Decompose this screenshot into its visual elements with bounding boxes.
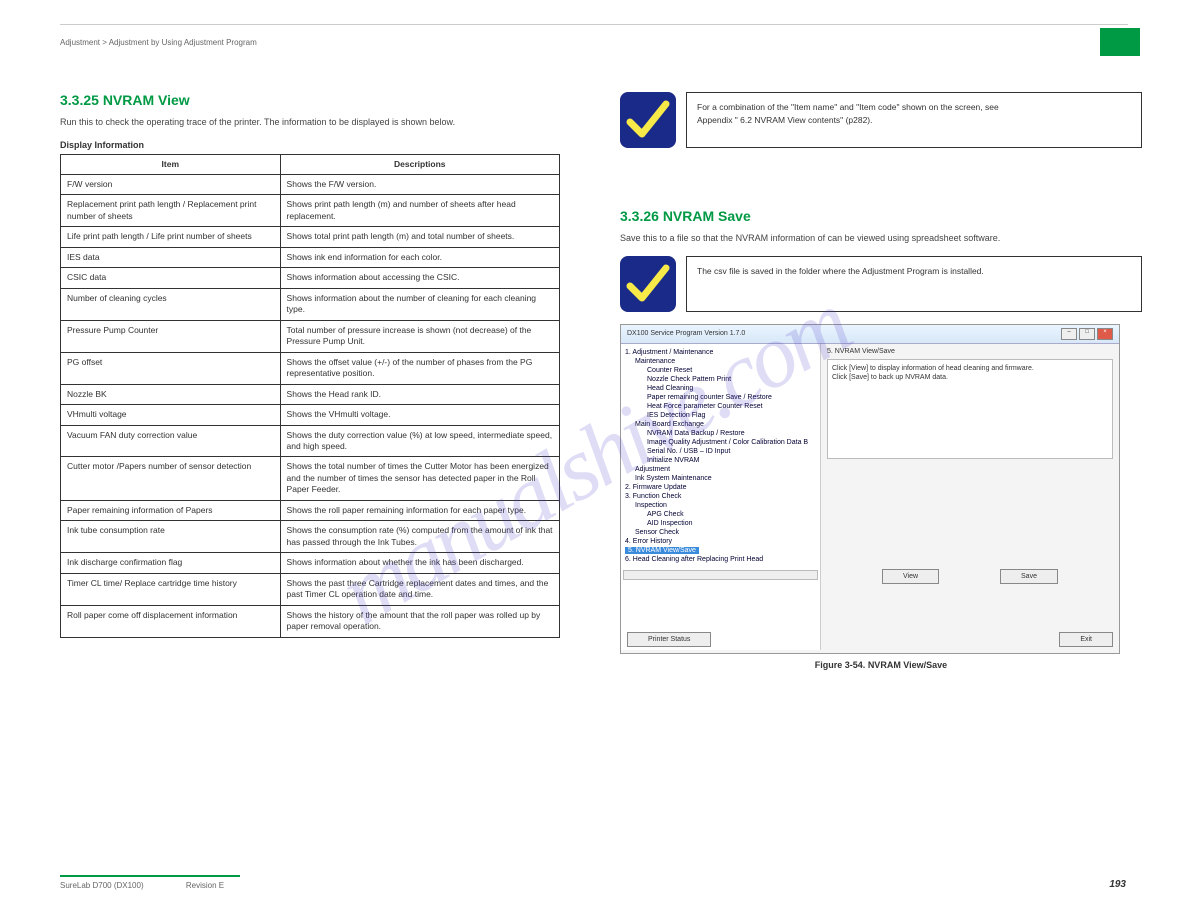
table-row: Pressure Pump CounterTotal number of pre… [61,320,560,352]
tree-node[interactable]: 1. Adjustment / Maintenance [623,348,818,357]
tree-node[interactable]: 2. Firmware Update [623,483,818,492]
tree-node[interactable]: APG Check [623,510,818,519]
printer-status-button[interactable]: Printer Status [627,632,711,647]
tree-node[interactable]: Image Quality Adjustment / Color Calibra… [623,438,818,447]
footer-model: SureLab D700 (DX100) [60,881,144,890]
tree-node[interactable]: 3. Function Check [623,492,818,501]
tree-node[interactable]: Nozzle Check Pattern Print [623,375,818,384]
table-row: CSIC dataShows information about accessi… [61,268,560,288]
table-row: Ink tube consumption rateShows the consu… [61,521,560,553]
tree-node[interactable]: Sensor Check [623,528,818,537]
minimize-icon[interactable]: – [1061,328,1077,340]
section-title-save: 3.3.26 NVRAM Save [620,208,1142,224]
window-title: DX100 Service Program Version 1.7.0 [627,330,745,337]
tree-node[interactable]: Heat Force parameter Counter Reset [623,402,818,411]
figure-caption: Figure 3-54. NVRAM View/Save [620,660,1142,670]
view-button[interactable]: View [882,569,939,584]
header-rule [60,24,1128,25]
th-desc: Descriptions [280,154,559,174]
scrollbar[interactable] [623,570,818,580]
table-row: IES dataShows ink end information for ea… [61,247,560,267]
check-text: The csv file is saved in the folder wher… [686,256,1142,312]
panel-title: 5. NVRAM View/Save [821,344,1119,359]
table-row: Roll paper come off displacement informa… [61,605,560,637]
close-icon[interactable]: × [1097,328,1113,340]
table-row: PG offsetShows the offset value (+/-) of… [61,352,560,384]
tree-node[interactable]: Serial No. / USB – ID Input [623,447,818,456]
table-row: Number of cleaning cyclesShows informati… [61,288,560,320]
tree-node[interactable]: Paper remaining counter Save / Restore [623,393,818,402]
table-row: Cutter motor /Papers number of sensor de… [61,457,560,500]
checkmark-icon [620,92,676,148]
tree-node[interactable]: NVRAM Data Backup / Restore [623,429,818,438]
tree-node[interactable]: Head Cleaning [623,384,818,393]
program-screenshot: DX100 Service Program Version 1.7.0 – □ … [620,324,1120,654]
table-row: Ink discharge confirmation flagShows inf… [61,553,560,573]
exit-button[interactable]: Exit [1059,632,1113,647]
check-text: For a combination of the "Item name" and… [686,92,1142,148]
save-body: Save this to a file so that the NVRAM in… [620,232,1142,246]
info-label: Display Information [60,140,560,150]
tree-node[interactable]: Adjustment [623,465,818,474]
table-row: Replacement print path length / Replacem… [61,195,560,227]
intro-text: Run this to check the operating trace of… [60,116,560,130]
table-row: VHmulti voltageShows the VHmulti voltage… [61,405,560,425]
footer-rule [60,875,240,877]
footer-rev: Revision E [186,881,224,890]
check-note-2: The csv file is saved in the folder wher… [620,256,1142,312]
tree-node[interactable]: IES Detection Flag [623,411,818,420]
table-row: Nozzle BKShows the Head rank ID. [61,384,560,404]
table-row: Paper remaining information of PapersSho… [61,500,560,520]
th-item: Item [61,154,281,174]
nav-tree[interactable]: 1. Adjustment / Maintenance Maintenance … [621,344,821,650]
maximize-icon[interactable]: □ [1079,328,1095,340]
tree-node[interactable]: Inspection [623,501,818,510]
tree-node[interactable]: Initialize NVRAM [623,456,818,465]
window-titlebar: DX100 Service Program Version 1.7.0 – □ … [621,325,1119,344]
table-row: Vacuum FAN duty correction valueShows th… [61,425,560,457]
table-row: F/W versionShows the F/W version. [61,174,560,194]
checkmark-icon [620,256,676,312]
page-footer: SureLab D700 (DX100) Revision E [60,875,1128,890]
page-tab [1100,28,1140,56]
tree-node[interactable]: Counter Reset [623,366,818,375]
message-box: Click [View] to display information of h… [827,359,1113,459]
tree-node[interactable]: Main Board Exchange [623,420,818,429]
left-column: 3.3.25 NVRAM View Run this to check the … [60,92,560,638]
tree-node[interactable]: 4. Error History [623,537,818,546]
right-column: For a combination of the "Item name" and… [620,92,1142,670]
section-title: 3.3.25 NVRAM View [60,92,560,108]
tree-node[interactable]: Maintenance [623,357,818,366]
table-row: Timer CL time/ Replace cartridge time hi… [61,573,560,605]
page-number: 193 [1109,879,1126,890]
table-row: Life print path length / Life print numb… [61,227,560,247]
tree-node-selected[interactable]: 5. NVRAM View/Save [623,546,818,555]
nvram-table: ItemDescriptions F/W versionShows the F/… [60,154,560,638]
save-button[interactable]: Save [1000,569,1058,584]
tree-node[interactable]: 6. Head Cleaning after Replacing Print H… [623,555,818,564]
tree-node[interactable]: Ink System Maintenance [623,474,818,483]
breadcrumb: Adjustment > Adjustment by Using Adjustm… [60,38,257,47]
check-note-1: For a combination of the "Item name" and… [620,92,1142,148]
tree-node[interactable]: AID Inspection [623,519,818,528]
